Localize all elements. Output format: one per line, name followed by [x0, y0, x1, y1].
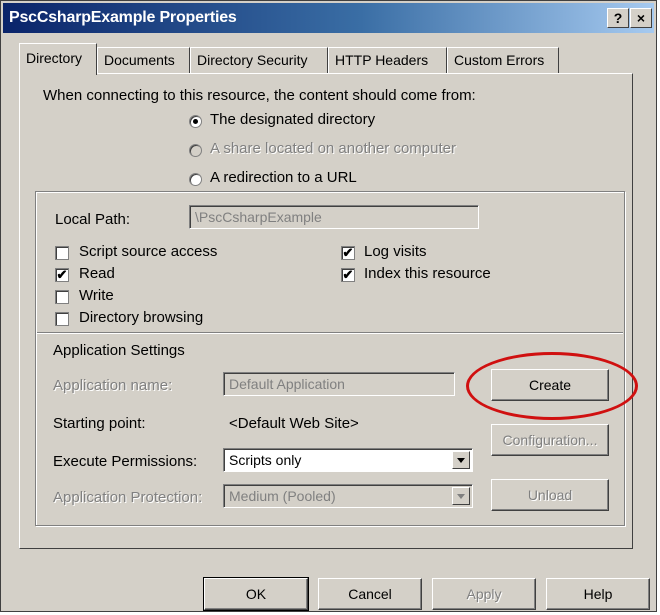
- cancel-button[interactable]: Cancel: [318, 578, 422, 610]
- apply-button[interactable]: Apply: [432, 578, 536, 610]
- tab-custom-errors[interactable]: Custom Errors: [447, 47, 559, 73]
- ok-button[interactable]: OK: [203, 577, 309, 611]
- help-footer-button[interactable]: Help: [546, 578, 650, 610]
- tab-documents[interactable]: Documents: [97, 47, 190, 73]
- properties-dialog: PscCsharpExample Properties ? × Director…: [0, 0, 657, 612]
- tab-directory-security[interactable]: Directory Security: [190, 47, 328, 73]
- tab-directory[interactable]: Directory: [19, 43, 97, 75]
- close-button[interactable]: ×: [630, 8, 652, 28]
- help-button[interactable]: ?: [607, 8, 629, 28]
- title-bar[interactable]: PscCsharpExample Properties ? ×: [3, 3, 654, 33]
- dialog-title: PscCsharpExample Properties: [9, 9, 237, 26]
- tab-panel-directory: [19, 73, 633, 549]
- create-highlight-ellipse: [466, 352, 638, 420]
- tab-http-headers[interactable]: HTTP Headers: [328, 47, 447, 73]
